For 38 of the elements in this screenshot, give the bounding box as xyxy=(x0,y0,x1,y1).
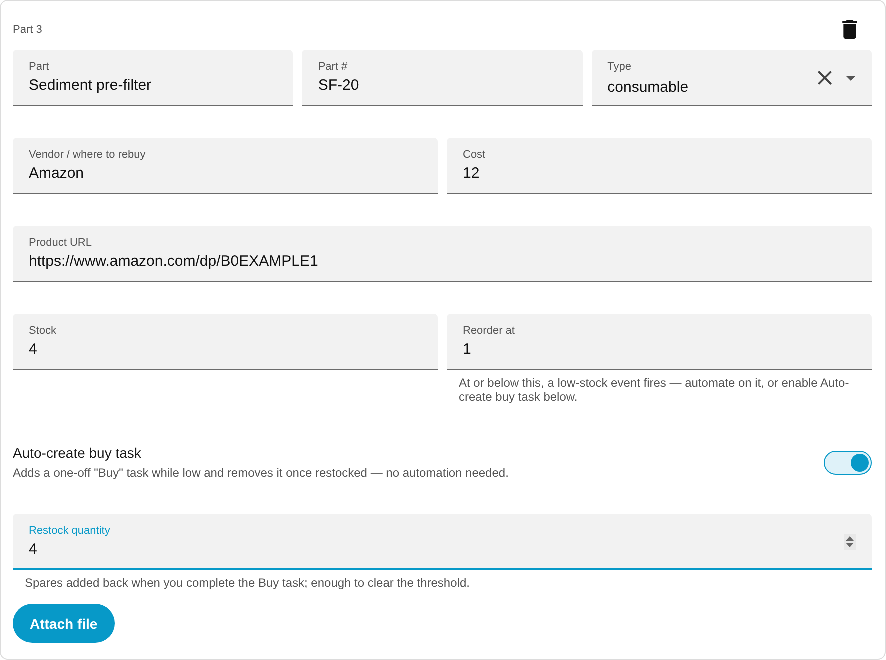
field-value: 1 xyxy=(463,340,472,360)
field-label: Part xyxy=(29,61,50,74)
input-field[interactable]: Restock quantity 4 xyxy=(13,514,872,570)
toggle-switch[interactable] xyxy=(824,451,872,475)
input-field[interactable]: Stock 4 xyxy=(13,314,438,370)
input-field[interactable]: Reorder at 1 xyxy=(447,314,872,370)
input-field[interactable]: Vendor / where to rebuy Amazon xyxy=(13,138,438,194)
field-value: 4 xyxy=(29,540,38,560)
toggle-label: Auto-create buy task xyxy=(13,445,142,462)
field-label: Cost xyxy=(463,149,486,162)
field-value: 4 xyxy=(29,340,38,360)
field-value: 12 xyxy=(463,164,480,184)
input-field[interactable]: Part # SF-20 xyxy=(302,50,583,106)
field-value: Sediment pre-filter xyxy=(29,76,152,96)
delete-button[interactable] xyxy=(842,20,858,39)
field-value: Amazon xyxy=(29,164,84,184)
field-label: Stock xyxy=(29,325,57,338)
field-value: consumable xyxy=(608,78,689,98)
input-field[interactable]: Part Sediment pre-filter xyxy=(13,50,294,106)
input-field[interactable]: Type consumable xyxy=(592,50,872,106)
trash-icon xyxy=(842,20,858,39)
input-field[interactable]: Product URL https://www.amazon.com/dp/B0EXAMPLE1 xyxy=(13,226,872,282)
helper-text: At or below this, a low-stock event fires — automate on it, or enable Auto-create buy task below. xyxy=(458,376,850,404)
caret-icon[interactable] xyxy=(846,76,856,80)
section-title: Part 3 xyxy=(13,24,42,36)
field-label: Vendor / where to rebuy xyxy=(29,149,146,162)
field-label: Type xyxy=(608,61,632,74)
field-value: https://www.amazon.com/dp/B0EXAMPLE1 xyxy=(29,252,318,272)
helper-text: Spares added back when you complete the Buy task; enough to clear the threshold. xyxy=(24,576,471,590)
field-label: Part # xyxy=(318,61,348,74)
field-label: Restock quantity xyxy=(29,525,110,538)
toggle-description: Adds a one-off "Buy" task while low and removes it once restocked — no automation needed. xyxy=(13,466,509,481)
field-value: SF-20 xyxy=(318,76,360,96)
field-label: Reorder at xyxy=(463,325,515,338)
stepper-arrows-icon[interactable] xyxy=(844,534,856,550)
close-icon[interactable] xyxy=(818,71,832,85)
input-field[interactable]: Cost 12 xyxy=(447,138,872,194)
field-label: Product URL xyxy=(29,237,92,250)
